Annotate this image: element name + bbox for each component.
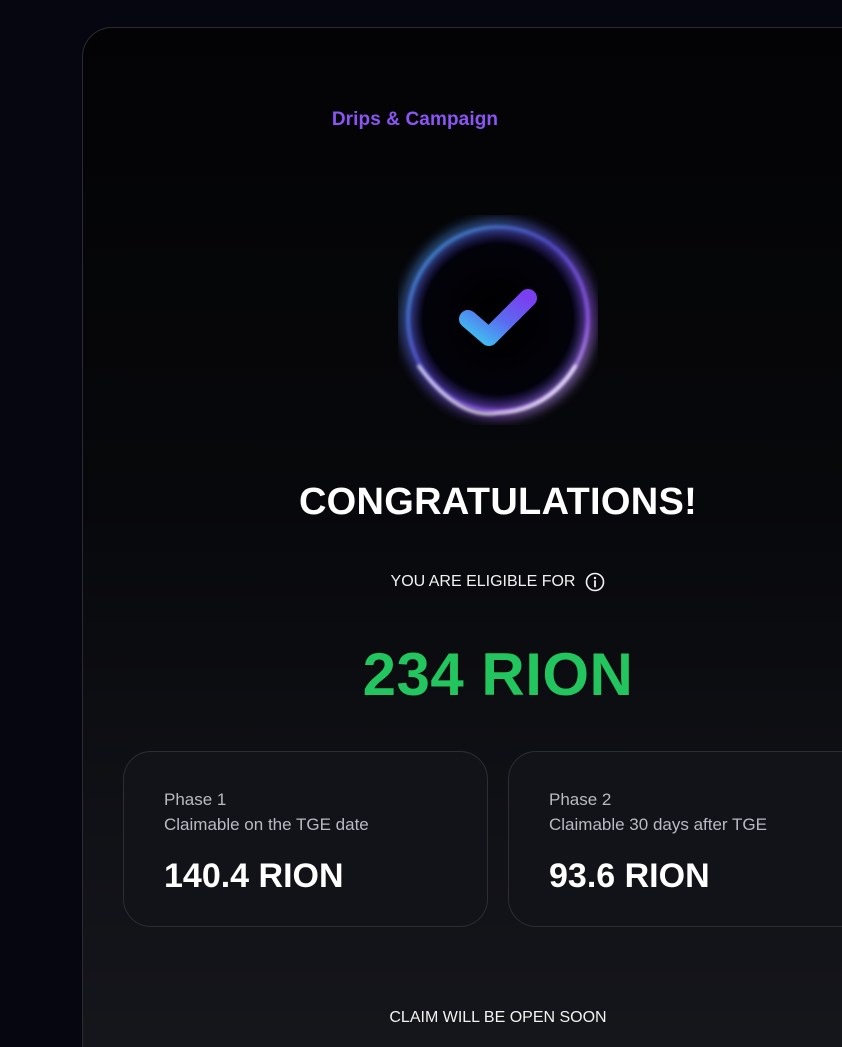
phase-1-card: Phase 1 Claimable on the TGE date 140.4 … <box>123 751 488 927</box>
section-title: Drips & Campaign <box>331 109 499 130</box>
phase-1-amount: 140.4 RION <box>164 857 344 895</box>
phase-1-description: Claimable on the TGE date <box>164 815 369 834</box>
page: Drips & Campaign CONGRATULATIONS! YOU AR… <box>0 0 842 1047</box>
phase-2-amount: 93.6 RION <box>549 857 710 895</box>
congratulations-heading: CONGRATULATIONS! <box>298 481 698 523</box>
eligible-label: YOU ARE ELIGIBLE FOR <box>390 573 576 590</box>
eligible-row: YOU ARE ELIGIBLE FOR <box>0 572 842 592</box>
info-icon[interactable] <box>585 572 605 592</box>
phase-2-card: Phase 2 Claimable 30 days after TGE 93.6… <box>508 751 842 927</box>
phase-2-label: Phase 2 <box>549 790 612 809</box>
claim-status-note: CLAIM WILL BE OPEN SOON <box>389 1009 607 1026</box>
check-circle-icon <box>398 215 598 425</box>
eligible-amount: 234 RION <box>362 641 634 708</box>
phase-2-description: Claimable 30 days after TGE <box>549 815 767 834</box>
phase-1-label: Phase 1 <box>164 790 227 809</box>
